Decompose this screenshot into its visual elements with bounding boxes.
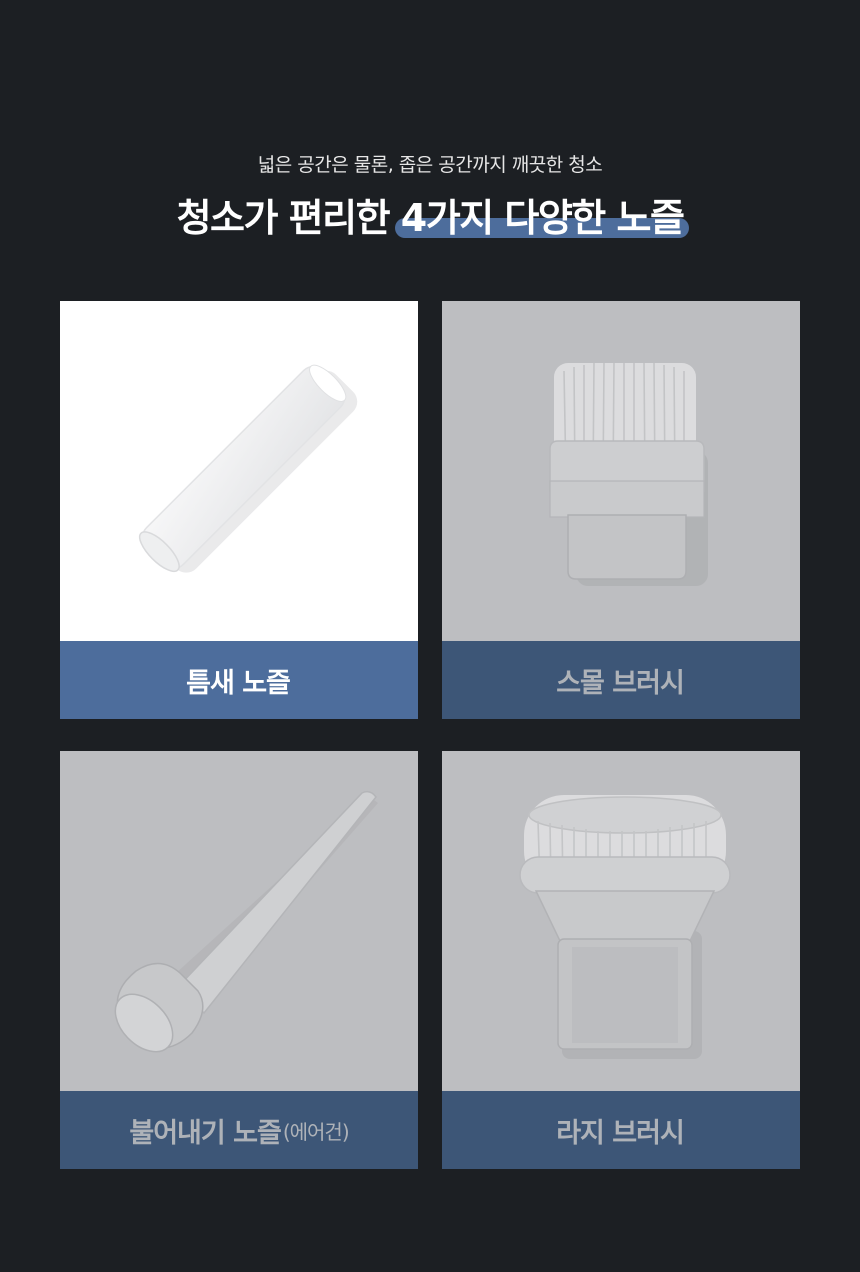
section-subtitle: 넓은 공간은 물론, 좁은 공간까지 깨끗한 청소 <box>257 154 603 176</box>
nozzle-card-label: 라지 브러시 <box>442 1091 800 1169</box>
nozzle-card-label: 틈새 노즐 <box>60 641 418 719</box>
small-brush-image <box>442 301 800 641</box>
nozzle-card-large-brush[interactable]: 라지 브러시 <box>442 751 800 1169</box>
air-blow-nozzle-image <box>60 751 418 1091</box>
nozzle-card-crevice[interactable]: 틈새 노즐 <box>60 301 418 719</box>
title-prefix: 청소가 편리한 <box>176 196 401 240</box>
title-highlight: 4가지 다양한 노즐 <box>394 192 690 244</box>
section-title: 청소가 편리한 4가지 다양한 노즐 <box>0 192 860 244</box>
nozzle-card-label: 스몰 브러시 <box>442 641 800 719</box>
crevice-nozzle-image <box>60 301 418 641</box>
nozzle-card-label: 불어내기 노즐 (에어건) <box>60 1091 418 1169</box>
nozzle-card-small-brush[interactable]: 스몰 브러시 <box>442 301 800 719</box>
product-nozzle-section: 넓은 공간은 물론, 좁은 공간까지 깨끗한 청소 청소가 편리한 4가지 다양… <box>0 0 860 1272</box>
nozzle-card-air-blow[interactable]: 불어내기 노즐 (에어건) <box>60 751 418 1169</box>
large-brush-image <box>442 751 800 1091</box>
